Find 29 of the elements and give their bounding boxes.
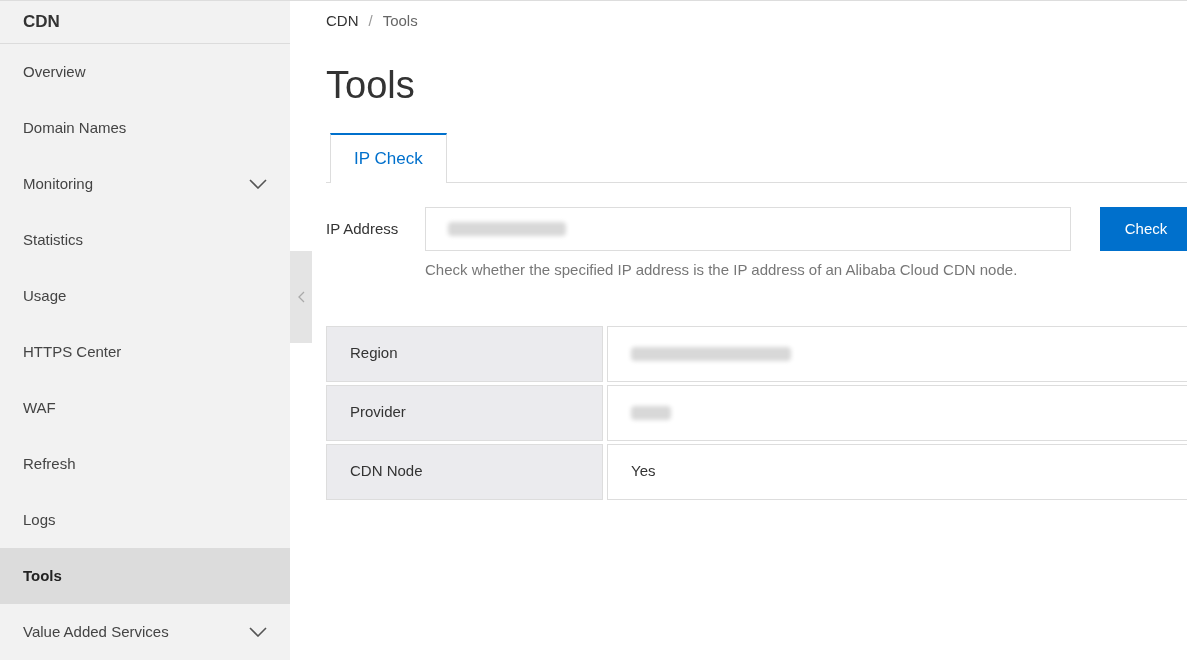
table-cell: Yes <box>607 443 1187 500</box>
sidebar-item[interactable]: Refresh <box>0 436 290 492</box>
field-label: IP Address <box>326 218 400 239</box>
chevron-left-icon <box>297 291 305 303</box>
sidebar-item[interactable]: Tools <box>0 548 290 604</box>
sidebar-item[interactable]: Value Added Services <box>0 604 290 660</box>
hint-text: Check whether the specified IP address is the IP address of an Alibaba Cloud CDN node. <box>425 260 1018 280</box>
sidebar-item[interactable]: WAF <box>0 380 290 436</box>
ip-address-field[interactable] <box>425 207 1071 251</box>
sidebar-item[interactable]: Statistics <box>0 212 290 268</box>
sidebar-item[interactable]: Monitoring <box>0 156 290 212</box>
page-title: Tools <box>326 63 415 107</box>
breadcrumb-item[interactable]: CDN <box>326 9 359 33</box>
tab[interactable]: IP Check <box>330 133 447 183</box>
collapse-sidebar-button[interactable] <box>290 251 312 343</box>
check-button[interactable]: Check <box>1100 207 1187 251</box>
chevron-down-icon <box>249 627 267 637</box>
table-header-cell: CDN Node <box>326 443 603 500</box>
breadcrumb-item[interactable]: Tools <box>382 9 418 33</box>
sidebar-item[interactable]: Overview <box>0 44 290 100</box>
chevron-down-icon <box>249 179 267 189</box>
table-header-cell: Region <box>326 325 603 382</box>
sidebar-item[interactable]: Usage <box>0 268 290 324</box>
sidebar-title: CDN <box>23 11 60 34</box>
breadcrumb-separator: / <box>368 10 373 31</box>
table-header-cell: Provider <box>326 384 603 441</box>
sidebar-item[interactable]: Domain Names <box>0 100 290 156</box>
sidebar-item[interactable]: HTTPS Center <box>0 324 290 380</box>
sidebar-item[interactable]: Logs <box>0 492 290 548</box>
